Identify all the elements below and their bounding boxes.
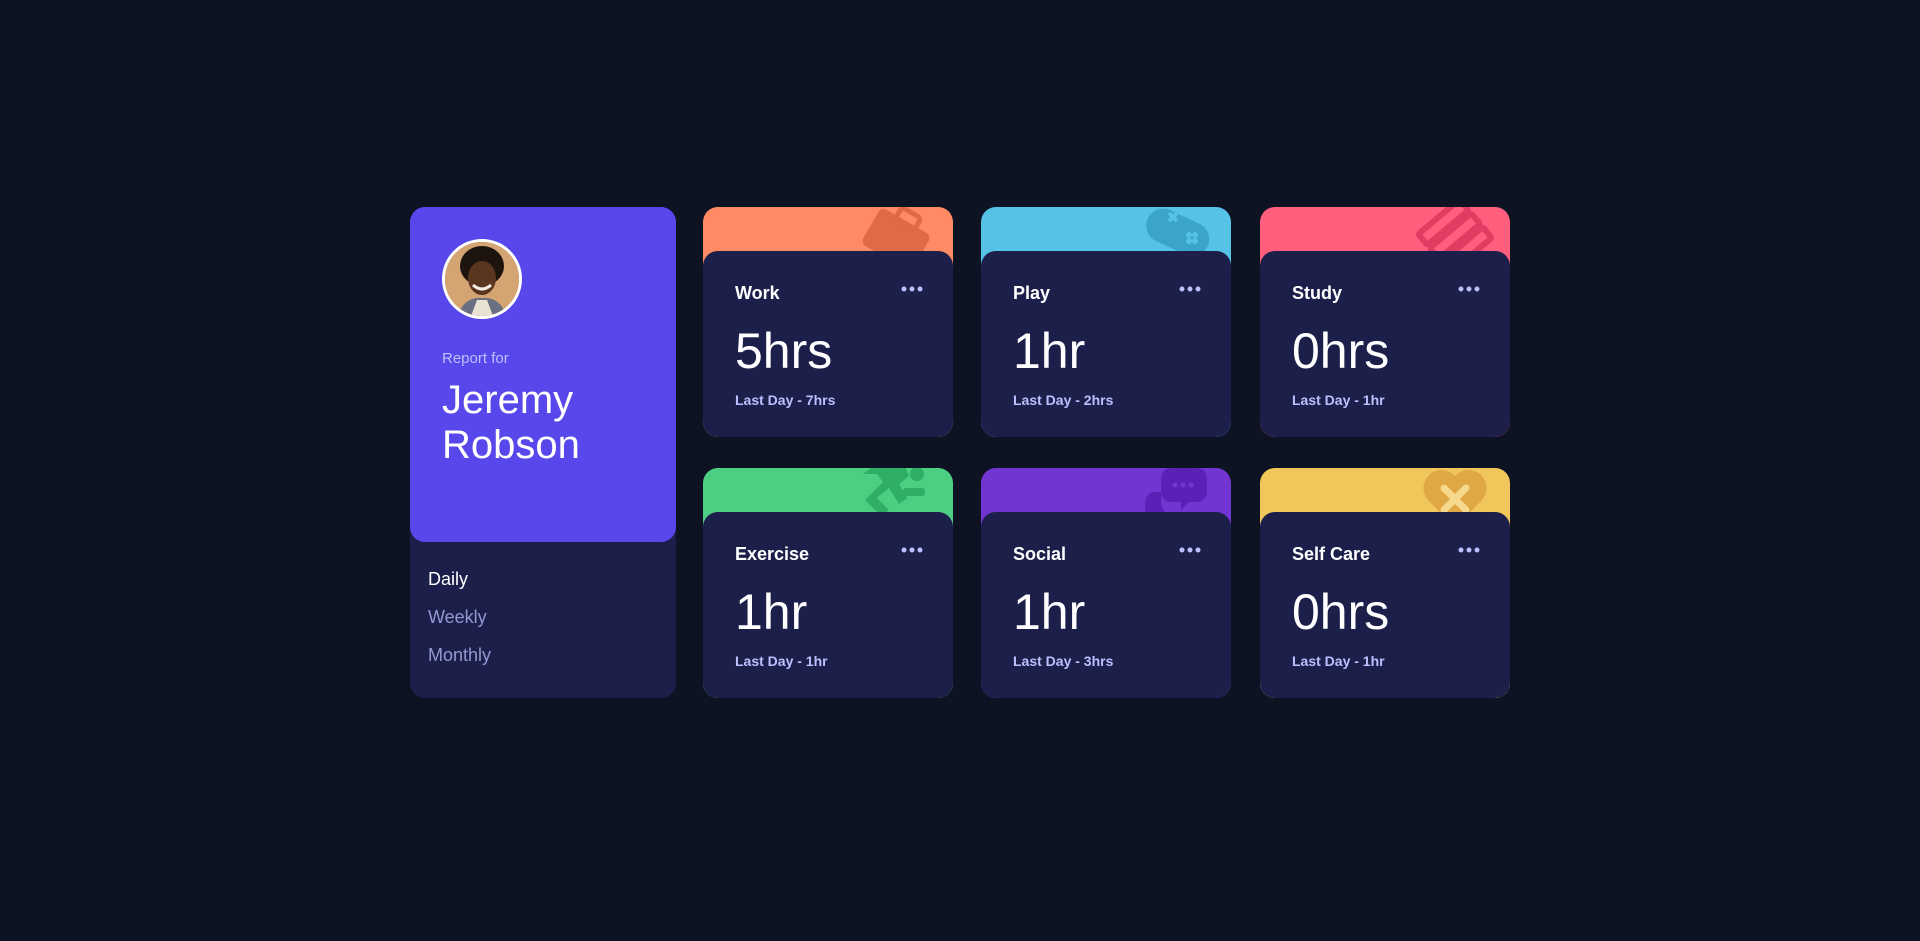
current-hours: 1hr [735,584,808,640]
time-tracking-dashboard: Report for Jeremy Robson Daily Weekly Mo… [410,207,1510,698]
period-monthly[interactable]: Monthly [428,645,491,665]
card-title: Self Care [1292,544,1371,564]
current-hours: 1hr [1013,584,1086,640]
card-body: Work 5hrs Last Day - 7hrs [703,251,953,437]
activity-card-exercise: Exercise 1hr Last Day - 1hr [703,468,953,698]
more-options-icon[interactable] [1179,542,1201,558]
period-selector: Daily Weekly Monthly [428,569,491,683]
activity-card-play: Play 1hr Last Day - 2hrs [981,207,1231,437]
more-options-icon[interactable] [1179,281,1201,297]
card-title: Play [1013,283,1051,303]
previous-hours: Last Day - 7hrs [735,392,836,408]
card-body: Play 1hr Last Day - 2hrs [981,251,1231,437]
activity-card-study: Study 0hrs Last Day - 1hr [1260,207,1510,437]
card-body: Study 0hrs Last Day - 1hr [1260,251,1510,437]
current-hours: 0hrs [1292,584,1390,640]
previous-hours: Last Day - 2hrs [1013,392,1114,408]
more-options-icon[interactable] [1458,281,1480,297]
card-body: Social 1hr Last Day - 3hrs [981,512,1231,698]
profile-header: Report for Jeremy Robson [410,207,676,542]
previous-hours: Last Day - 3hrs [1013,653,1114,669]
period-daily[interactable]: Daily [428,569,491,589]
period-weekly[interactable]: Weekly [428,607,491,627]
current-hours: 5hrs [735,323,833,379]
user-name: Jeremy Robson [442,378,580,467]
avatar [442,239,522,319]
more-options-icon[interactable] [1458,542,1480,558]
report-for-label: Report for [442,350,509,367]
previous-hours: Last Day - 1hr [1292,392,1385,408]
card-body: Exercise 1hr Last Day - 1hr [703,512,953,698]
activity-card-social: Social 1hr Last Day - 3hrs [981,468,1231,698]
current-hours: 0hrs [1292,323,1390,379]
card-body: Self Care 0hrs Last Day - 1hr [1260,512,1510,698]
card-title: Work [735,283,780,303]
card-title: Study [1292,283,1343,303]
previous-hours: Last Day - 1hr [1292,653,1385,669]
more-options-icon[interactable] [901,542,923,558]
activity-card-self-care: Self Care 0hrs Last Day - 1hr [1260,468,1510,698]
card-title: Social [1013,544,1067,564]
activity-card-work: Work 5hrs Last Day - 7hrs [703,207,953,437]
card-title: Exercise [735,544,810,564]
profile-card: Report for Jeremy Robson Daily Weekly Mo… [410,207,676,698]
previous-hours: Last Day - 1hr [735,653,828,669]
more-options-icon[interactable] [901,281,923,297]
current-hours: 1hr [1013,323,1086,379]
